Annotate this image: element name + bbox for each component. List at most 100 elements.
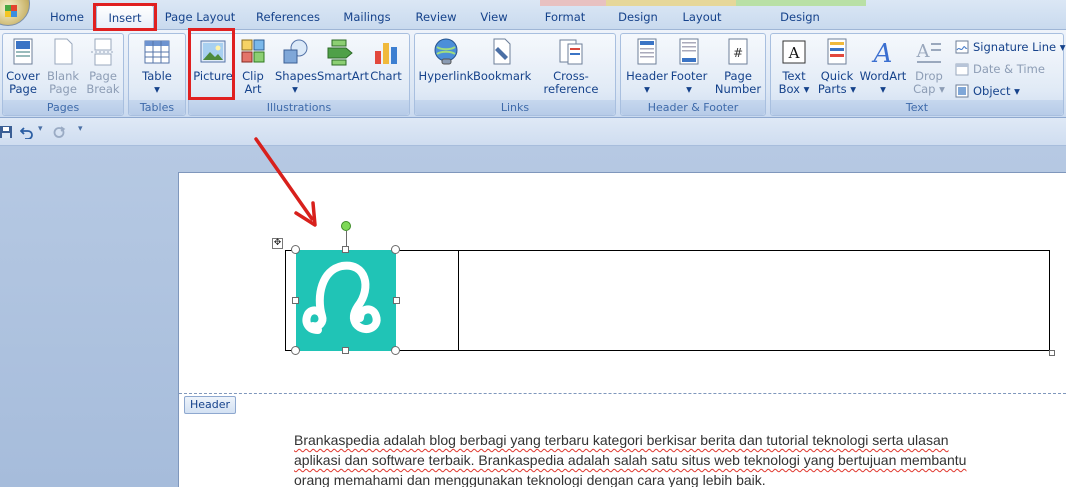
office-button[interactable] xyxy=(0,0,30,26)
chart-icon xyxy=(375,43,397,64)
clip-art-button[interactable]: Clip Art xyxy=(235,37,271,96)
tab-table-design[interactable]: Design xyxy=(612,5,664,30)
svg-text:#: # xyxy=(733,46,743,60)
ribbon-insert: Cover Page ▾ Blank Page Page Break Pages… xyxy=(0,30,1066,118)
cross-reference-button[interactable]: Cross-reference xyxy=(529,37,613,96)
body-line: aplikasi dan software terbaik. Brankaspe… xyxy=(294,452,967,468)
tab-format[interactable]: Format xyxy=(540,5,590,30)
document-body[interactable]: Brankaspedia adalah blog berbagi yang te… xyxy=(294,430,1024,487)
cross-reference-label: Cross-reference xyxy=(543,69,599,96)
object-button[interactable]: Object ▾ xyxy=(955,81,1020,101)
undo-dropdown-icon[interactable]: ▾ xyxy=(38,124,43,134)
chart-button[interactable]: Chart xyxy=(367,37,405,83)
resize-handle-top[interactable] xyxy=(342,246,349,253)
shapes-icon xyxy=(283,39,308,64)
drop-cap-icon: A xyxy=(916,41,941,63)
shapes-button[interactable]: Shapes ▾ xyxy=(275,37,317,96)
table-cell-divider xyxy=(458,251,459,350)
group-pages-label: Pages xyxy=(3,100,123,115)
page-number-icon: # xyxy=(728,38,748,65)
hyperlink-button[interactable]: Hyperlink xyxy=(417,37,475,83)
inserted-picture[interactable] xyxy=(296,250,396,351)
svg-text:A: A xyxy=(872,39,893,67)
save-icon[interactable] xyxy=(0,126,14,139)
svg-text:A: A xyxy=(916,41,931,62)
signature-line-label: Signature Line xyxy=(973,40,1057,54)
tab-home[interactable]: Home xyxy=(44,5,90,30)
blank-page-label: Blank Page xyxy=(46,69,80,96)
bookmark-button[interactable]: Bookmark xyxy=(473,37,532,83)
resize-handle-left[interactable] xyxy=(292,297,299,304)
header-button[interactable]: Header ▾ xyxy=(625,37,669,96)
table-resize-handle[interactable] xyxy=(1049,350,1055,356)
page-number-label: Page Number xyxy=(714,69,762,96)
resize-handle-bottom-left[interactable] xyxy=(291,346,300,355)
group-header-footer: Header▾ Footer▾ # Page Number ▾ Header &… xyxy=(620,33,766,116)
wordart-button[interactable]: A WordArt ▾ xyxy=(859,37,907,96)
blank-page-icon xyxy=(54,38,73,65)
leo-logo-icon xyxy=(302,261,381,334)
page-break-button[interactable]: Page Break xyxy=(85,37,121,96)
tab-header-design[interactable]: Design xyxy=(774,5,826,30)
bookmark-label: Bookmark xyxy=(473,69,532,83)
header-icon xyxy=(637,38,657,65)
text-box-button[interactable]: A Text Box ▾ xyxy=(773,37,815,96)
rotate-handle[interactable] xyxy=(341,221,351,231)
bookmark-icon xyxy=(493,38,511,65)
page-break-icon xyxy=(91,38,115,66)
highlight-picture-button xyxy=(188,28,235,100)
date-time-icon xyxy=(955,63,969,76)
hyperlink-label: Hyperlink xyxy=(418,69,474,83)
tab-mailings[interactable]: Mailings xyxy=(336,5,398,30)
resize-handle-right[interactable] xyxy=(393,297,400,304)
tab-review[interactable]: Review xyxy=(408,5,464,30)
highlight-insert-tab xyxy=(93,3,157,31)
resize-handle-top-right[interactable] xyxy=(391,245,400,254)
group-header-footer-label: Header & Footer xyxy=(621,100,765,115)
blank-page-button[interactable]: Blank Page xyxy=(45,37,81,96)
group-pages: Cover Page ▾ Blank Page Page Break Pages xyxy=(2,33,124,116)
table-button[interactable]: Table ▾ xyxy=(135,37,179,96)
text-box-label: Text Box xyxy=(778,69,806,96)
cover-page-label: Cover Page xyxy=(6,69,40,96)
signature-line-icon xyxy=(955,40,969,54)
tab-references[interactable]: References xyxy=(248,5,328,30)
tab-page-layout[interactable]: Page Layout xyxy=(160,5,240,30)
drop-cap-label: Drop Cap xyxy=(913,69,943,96)
tab-table-layout[interactable]: Layout xyxy=(678,5,726,30)
footer-button[interactable]: Footer ▾ xyxy=(667,37,711,96)
cover-page-button[interactable]: Cover Page ▾ xyxy=(5,37,41,109)
header-tag[interactable]: Header xyxy=(184,396,236,414)
group-text-label: Text xyxy=(771,100,1063,115)
footer-icon xyxy=(679,38,699,65)
clip-art-icon xyxy=(241,39,265,63)
smartart-icon xyxy=(327,39,353,66)
customize-toolbar-icon[interactable]: ▾ xyxy=(78,124,83,134)
text-box-icon: A xyxy=(782,40,806,64)
signature-line-button[interactable]: Signature Line ▾ xyxy=(955,37,1066,57)
svg-text:A: A xyxy=(788,44,800,62)
resize-handle-top-left[interactable] xyxy=(291,245,300,254)
undo-icon[interactable] xyxy=(20,126,34,139)
group-links-label: Links xyxy=(415,100,615,115)
date-time-button[interactable]: Date & Time xyxy=(955,59,1045,79)
group-links: Hyperlink Bookmark Cross-reference Links xyxy=(414,33,616,116)
resize-handle-bottom[interactable] xyxy=(342,347,349,354)
header-label: Header xyxy=(626,69,668,83)
page-number-button[interactable]: # Page Number ▾ xyxy=(713,37,763,109)
cover-page-icon xyxy=(13,38,33,65)
resize-handle-bottom-right[interactable] xyxy=(391,346,400,355)
body-line: orang memahami dan menggunakan teknologi… xyxy=(294,472,766,487)
quick-parts-button[interactable]: Quick Parts ▾ xyxy=(817,37,857,96)
page-break-label: Page Break xyxy=(86,69,120,96)
drop-cap-button[interactable]: A Drop Cap ▾ xyxy=(909,37,949,96)
table-move-handle-icon[interactable]: ✥ xyxy=(272,238,283,249)
tab-view[interactable]: View xyxy=(472,5,516,30)
group-text: A Text Box ▾ Quick Parts ▾ A WordArt ▾ A … xyxy=(770,33,1066,116)
redo-icon[interactable] xyxy=(52,126,66,139)
header-separator xyxy=(179,393,1066,394)
quick-parts-label: Quick Parts xyxy=(817,69,854,96)
wordart-label: WordArt xyxy=(859,69,907,83)
smartart-button[interactable]: SmartArt xyxy=(317,37,369,83)
group-illustrations-label: Illustrations xyxy=(189,100,409,115)
